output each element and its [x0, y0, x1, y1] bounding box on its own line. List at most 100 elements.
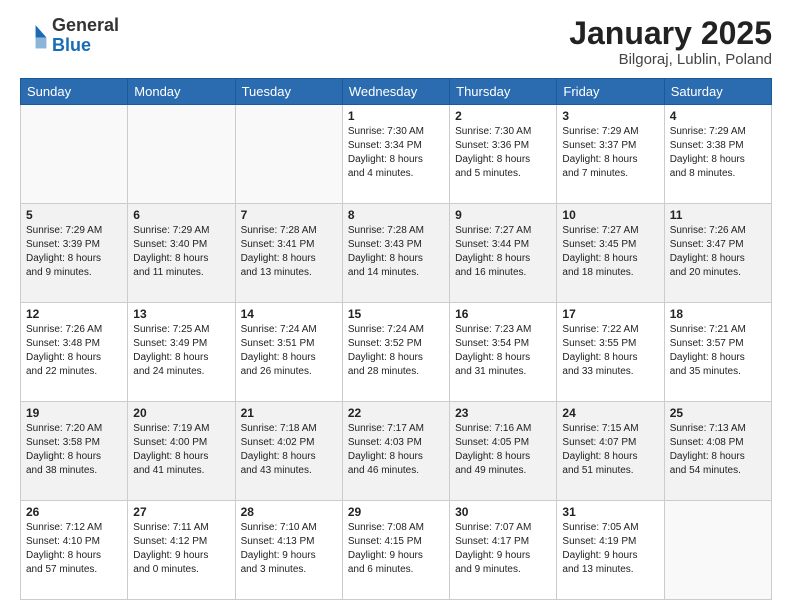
day-info: Sunrise: 7:15 AM Sunset: 4:07 PM Dayligh… — [562, 422, 658, 478]
day-info: Sunrise: 7:28 AM Sunset: 3:41 PM Dayligh… — [241, 224, 337, 280]
header-sunday: Sunday — [21, 79, 128, 105]
day-number: 10 — [562, 208, 658, 222]
day-info: Sunrise: 7:21 AM Sunset: 3:57 PM Dayligh… — [670, 323, 766, 379]
day-info: Sunrise: 7:05 AM Sunset: 4:19 PM Dayligh… — [562, 521, 658, 577]
day-number: 21 — [241, 406, 337, 420]
table-row: 8Sunrise: 7:28 AM Sunset: 3:43 PM Daylig… — [342, 204, 449, 303]
table-row — [664, 501, 771, 600]
day-info: Sunrise: 7:12 AM Sunset: 4:10 PM Dayligh… — [26, 521, 122, 577]
day-info: Sunrise: 7:13 AM Sunset: 4:08 PM Dayligh… — [670, 422, 766, 478]
table-row: 12 Sunrise: 7:26 AM Sunset: 3:48 PM Dayli… — [21, 303, 128, 402]
day-number: 20 — [133, 406, 229, 420]
day-number: 16 — [455, 307, 551, 321]
day-info: Sunrise: 7:29 AM Sunset: 3:37 PM Dayligh… — [562, 125, 658, 181]
table-row: 31Sunrise: 7:05 AM Sunset: 4:19 PM Dayli… — [557, 501, 664, 600]
day-number: 1 — [348, 109, 444, 123]
day-info: Sunrise: 7:26 AM Sunset: 3:48 PM Dayligh… — [26, 323, 122, 379]
day-number: 15 — [348, 307, 444, 321]
table-row: 24 Sunrise: 7:15 AM Sunset: 4:07 PM Dayli… — [557, 402, 664, 501]
day-info: Sunrise: 7:17 AM Sunset: 4:03 PM Dayligh… — [348, 422, 444, 478]
day-number: 7 — [241, 208, 337, 222]
table-row: 10 Sunrise: 7:27 AM Sunset: 3:45 PM Dayli… — [557, 204, 664, 303]
day-info: Sunrise: 7:24 AM Sunset: 3:51 PM Dayligh… — [241, 323, 337, 379]
table-row: 29Sunrise: 7:08 AM Sunset: 4:15 PM Dayli… — [342, 501, 449, 600]
table-row: 2 Sunrise: 7:30 AM Sunset: 3:36 PM Daylig… — [450, 105, 557, 204]
table-row: 22 Sunrise: 7:17 AM Sunset: 4:03 PM Dayli… — [342, 402, 449, 501]
day-number: 28 — [241, 505, 337, 519]
header-wednesday: Wednesday — [342, 79, 449, 105]
day-number: 23 — [455, 406, 551, 420]
day-number: 4 — [670, 109, 766, 123]
table-row: 28 Sunrise: 7:10 AM Sunset: 4:13 PM Dayli… — [235, 501, 342, 600]
calendar-location: Bilgoraj, Lublin, Poland — [569, 51, 772, 68]
logo-icon — [20, 22, 48, 50]
table-row: 25 Sunrise: 7:13 AM Sunset: 4:08 PM Dayli… — [664, 402, 771, 501]
day-number: 9 — [455, 208, 551, 222]
day-info: Sunrise: 7:19 AM Sunset: 4:00 PM Dayligh… — [133, 422, 229, 478]
table-row: 27Sunrise: 7:11 AM Sunset: 4:12 PM Dayli… — [128, 501, 235, 600]
day-number: 5 — [26, 208, 122, 222]
day-number: 12 — [26, 307, 122, 321]
day-info: Sunrise: 7:22 AM Sunset: 3:55 PM Dayligh… — [562, 323, 658, 379]
table-row: 11 Sunrise: 7:26 AM Sunset: 3:47 PM Dayli… — [664, 204, 771, 303]
header-monday: Monday — [128, 79, 235, 105]
table-row: 23Sunrise: 7:16 AM Sunset: 4:05 PM Dayli… — [450, 402, 557, 501]
day-number: 25 — [670, 406, 766, 420]
header-tuesday: Tuesday — [235, 79, 342, 105]
calendar-title: January 2025 — [569, 16, 772, 51]
table-row: 14 Sunrise: 7:24 AM Sunset: 3:51 PM Dayli… — [235, 303, 342, 402]
day-info: Sunrise: 7:20 AM Sunset: 3:58 PM Dayligh… — [26, 422, 122, 478]
table-row: 3Sunrise: 7:29 AM Sunset: 3:37 PM Daylig… — [557, 105, 664, 204]
calendar-week-row: 12 Sunrise: 7:26 AM Sunset: 3:48 PM Dayli… — [21, 303, 772, 402]
header-saturday: Saturday — [664, 79, 771, 105]
day-number: 30 — [455, 505, 551, 519]
page: General Blue January 2025 Bilgoraj, Lubl… — [0, 0, 792, 612]
table-row — [21, 105, 128, 204]
weekday-header-row: Sunday Monday Tuesday Wednesday Thursday… — [21, 79, 772, 105]
day-info: Sunrise: 7:26 AM Sunset: 3:47 PM Dayligh… — [670, 224, 766, 280]
day-info: Sunrise: 7:08 AM Sunset: 4:15 PM Dayligh… — [348, 521, 444, 577]
table-row: 7 Sunrise: 7:28 AM Sunset: 3:41 PM Daylig… — [235, 204, 342, 303]
day-info: Sunrise: 7:23 AM Sunset: 3:54 PM Dayligh… — [455, 323, 551, 379]
day-number: 14 — [241, 307, 337, 321]
day-number: 22 — [348, 406, 444, 420]
day-info: Sunrise: 7:25 AM Sunset: 3:49 PM Dayligh… — [133, 323, 229, 379]
day-info: Sunrise: 7:07 AM Sunset: 4:17 PM Dayligh… — [455, 521, 551, 577]
day-number: 2 — [455, 109, 551, 123]
day-number: 11 — [670, 208, 766, 222]
table-row: 6Sunrise: 7:29 AM Sunset: 3:40 PM Daylig… — [128, 204, 235, 303]
table-row: 1 Sunrise: 7:30 AM Sunset: 3:34 PM Daylig… — [342, 105, 449, 204]
day-number: 18 — [670, 307, 766, 321]
table-row: 17 Sunrise: 7:22 AM Sunset: 3:55 PM Dayli… — [557, 303, 664, 402]
table-row — [235, 105, 342, 204]
table-row: 20 Sunrise: 7:19 AM Sunset: 4:00 PM Dayli… — [128, 402, 235, 501]
day-info: Sunrise: 7:27 AM Sunset: 3:45 PM Dayligh… — [562, 224, 658, 280]
logo-general-text: General — [52, 16, 119, 36]
calendar-table: Sunday Monday Tuesday Wednesday Thursday… — [20, 78, 772, 600]
table-row: 21Sunrise: 7:18 AM Sunset: 4:02 PM Dayli… — [235, 402, 342, 501]
header: General Blue January 2025 Bilgoraj, Lubl… — [20, 16, 772, 68]
day-info: Sunrise: 7:30 AM Sunset: 3:36 PM Dayligh… — [455, 125, 551, 181]
day-number: 13 — [133, 307, 229, 321]
day-info: Sunrise: 7:30 AM Sunset: 3:34 PM Dayligh… — [348, 125, 444, 181]
calendar-week-row: 19 Sunrise: 7:20 AM Sunset: 3:58 PM Dayli… — [21, 402, 772, 501]
table-row: 30 Sunrise: 7:07 AM Sunset: 4:17 PM Dayli… — [450, 501, 557, 600]
day-number: 24 — [562, 406, 658, 420]
table-row: 13 Sunrise: 7:25 AM Sunset: 3:49 PM Dayli… — [128, 303, 235, 402]
day-info: Sunrise: 7:27 AM Sunset: 3:44 PM Dayligh… — [455, 224, 551, 280]
day-number: 17 — [562, 307, 658, 321]
calendar-week-row: 26 Sunrise: 7:12 AM Sunset: 4:10 PM Dayli… — [21, 501, 772, 600]
day-info: Sunrise: 7:28 AM Sunset: 3:43 PM Dayligh… — [348, 224, 444, 280]
day-number: 26 — [26, 505, 122, 519]
day-info: Sunrise: 7:10 AM Sunset: 4:13 PM Dayligh… — [241, 521, 337, 577]
table-row: 18 Sunrise: 7:21 AM Sunset: 3:57 PM Dayli… — [664, 303, 771, 402]
day-info: Sunrise: 7:29 AM Sunset: 3:39 PM Dayligh… — [26, 224, 122, 280]
table-row: 9 Sunrise: 7:27 AM Sunset: 3:44 PM Daylig… — [450, 204, 557, 303]
table-row: 19 Sunrise: 7:20 AM Sunset: 3:58 PM Dayli… — [21, 402, 128, 501]
table-row: 4Sunrise: 7:29 AM Sunset: 3:38 PM Daylig… — [664, 105, 771, 204]
table-row: 5 Sunrise: 7:29 AM Sunset: 3:39 PM Daylig… — [21, 204, 128, 303]
logo: General Blue — [20, 16, 119, 56]
logo-text: General Blue — [52, 16, 119, 56]
day-number: 19 — [26, 406, 122, 420]
table-row: 26 Sunrise: 7:12 AM Sunset: 4:10 PM Dayli… — [21, 501, 128, 600]
